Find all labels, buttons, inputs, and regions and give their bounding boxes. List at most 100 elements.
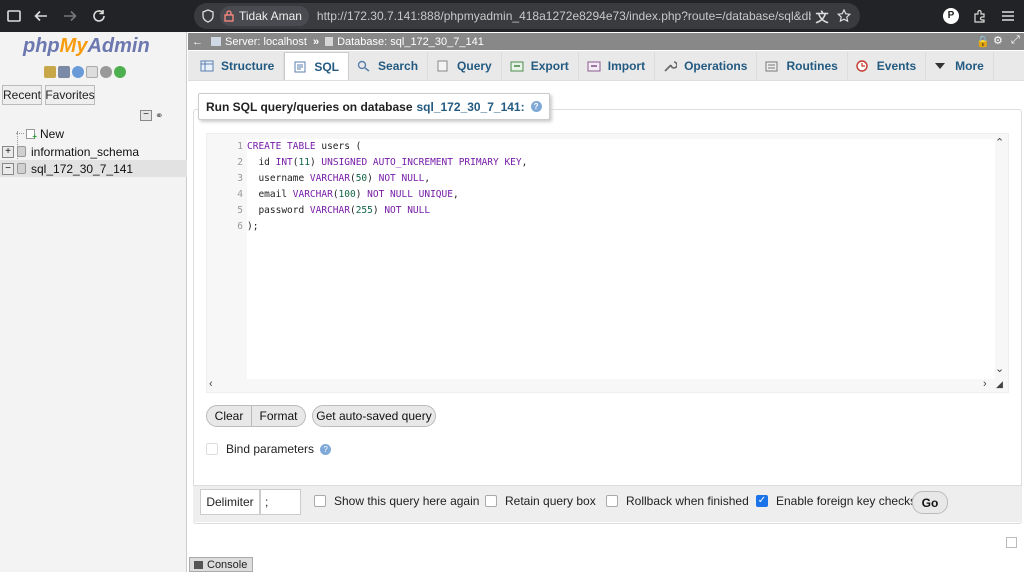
tab-sql[interactable]: SQL: [284, 52, 350, 80]
phpmyadmin-logo[interactable]: phpMyAdmin: [23, 35, 150, 58]
sql-docs-icon[interactable]: [86, 66, 98, 78]
url-text: http://172.30.7.141:888/phpmyadmin_418a1…: [316, 9, 811, 23]
reload-nav-icon[interactable]: [114, 66, 126, 78]
notes-icon[interactable]: [1006, 537, 1017, 548]
collapse-all-icon[interactable]: −: [140, 110, 152, 121]
search-icon: [357, 60, 371, 72]
code-line[interactable]: password VARCHAR(255) NOT NULL: [247, 203, 995, 219]
resize-handle-icon[interactable]: ◢: [996, 379, 1003, 390]
get-autosaved-query-button[interactable]: Get auto-saved query: [312, 405, 436, 427]
scroll-down-icon[interactable]: ⌄: [995, 362, 1004, 375]
security-indicator[interactable]: Tidak Aman: [220, 6, 309, 26]
browser-toolbar: Tidak Aman http://172.30.7.141:888/phpmy…: [0, 0, 1024, 32]
forward-icon[interactable]: [59, 5, 81, 27]
scroll-right-icon[interactable]: ›: [983, 378, 987, 390]
code-line[interactable]: email VARCHAR(100) NOT NULL UNIQUE,: [247, 187, 995, 203]
tree-item-label: information_schema: [31, 144, 140, 159]
format-button[interactable]: Format: [252, 405, 306, 427]
breadcrumb: ← Server: localhost » Database: sql_172_…: [188, 33, 1024, 50]
retain-query-box-option[interactable]: Retain query box: [485, 494, 596, 508]
clear-button[interactable]: Clear: [206, 405, 252, 427]
translate-icon[interactable]: 文: [811, 5, 833, 27]
menu-icon[interactable]: [997, 5, 1019, 27]
tree-item-information-schema[interactable]: + information_schema: [2, 143, 139, 160]
bind-parameters-label: Bind parameters: [226, 442, 315, 456]
caret-down-icon: [934, 60, 948, 72]
sql-code-area[interactable]: CREATE TABLE users ( id INT(11) UNSIGNED…: [247, 139, 995, 379]
home-icon[interactable]: [44, 66, 56, 78]
retain-query-box-checkbox[interactable]: [485, 495, 497, 507]
sql-editor[interactable]: 1 2 3 4 5 6 CREATE TABLE users ( id INT(…: [206, 133, 1009, 393]
help-icon[interactable]: ?: [320, 443, 332, 455]
legend-database-link[interactable]: sql_172_30_7_141:: [417, 100, 525, 114]
lock-warning-icon: [224, 10, 234, 22]
sql-icon: [293, 61, 307, 73]
show-query-again-checkbox[interactable]: [314, 495, 326, 507]
tree-item-sql-db[interactable]: − sql_172_30_7_141: [0, 160, 187, 177]
breadcrumb-database[interactable]: Database: sql_172_30_7_141: [337, 36, 484, 48]
back-icon[interactable]: [30, 5, 52, 27]
server-icon: [211, 37, 221, 46]
bind-parameters-checkbox[interactable]: [206, 443, 218, 455]
show-query-again-option[interactable]: Show this query here again: [314, 494, 479, 508]
reload-icon[interactable]: [88, 5, 110, 27]
code-line[interactable]: CREATE TABLE users (: [247, 139, 995, 155]
tab-import[interactable]: Import: [579, 52, 656, 80]
docs-icon[interactable]: [72, 66, 84, 78]
profile-avatar[interactable]: P: [943, 8, 959, 24]
extensions-icon[interactable]: [969, 5, 991, 27]
collapse-sidebar-arrow-icon[interactable]: ←: [192, 36, 203, 48]
delimiter-label: Delimiter: [200, 489, 260, 515]
shield-icon[interactable]: [202, 9, 214, 23]
go-button[interactable]: Go: [912, 491, 948, 514]
breadcrumb-server[interactable]: Server: localhost: [225, 36, 307, 48]
expand-icon[interactable]: +: [2, 145, 14, 158]
address-bar[interactable]: Tidak Aman http://172.30.7.141:888/phpmy…: [194, 3, 860, 29]
code-line[interactable]: username VARCHAR(50) NOT NULL,: [247, 171, 995, 187]
settings-gear-icon[interactable]: [100, 66, 112, 78]
bind-parameters-option[interactable]: Bind parameters ?: [206, 442, 332, 456]
scroll-left-icon[interactable]: ‹: [209, 378, 213, 390]
security-label: Tidak Aman: [239, 9, 302, 23]
scroll-up-icon[interactable]: ⌃: [995, 136, 1004, 149]
tree-item-label: New: [40, 126, 65, 141]
tab-export[interactable]: Export: [502, 52, 579, 80]
tab-search[interactable]: Search: [349, 52, 429, 80]
breadcrumb-separator: »: [312, 35, 320, 48]
tab-more[interactable]: More: [926, 52, 994, 80]
tab-routines[interactable]: Routines: [757, 52, 848, 80]
tab-structure[interactable]: Structure: [192, 52, 285, 80]
code-line[interactable]: id INT(11) UNSIGNED AUTO_INCREMENT PRIMA…: [247, 155, 995, 171]
maximize-icon[interactable]: ⤢: [1011, 34, 1020, 47]
rollback-option[interactable]: Rollback when finished: [606, 494, 749, 508]
collapse-icon[interactable]: −: [2, 162, 14, 175]
tab-overview-icon[interactable]: [3, 5, 25, 27]
line-number: 5: [237, 205, 243, 216]
help-icon[interactable]: ?: [530, 101, 542, 112]
structure-icon: [200, 60, 214, 72]
delimiter-input[interactable]: ;: [260, 489, 301, 515]
lock-icon[interactable]: 🔒: [976, 35, 990, 48]
tree-item-new[interactable]: + New: [16, 125, 64, 142]
link-with-main-icon[interactable]: ⚭: [155, 111, 163, 122]
database-icon: [325, 37, 334, 46]
settings-gear-icon[interactable]: ⚙: [993, 34, 1003, 47]
recent-tab[interactable]: Recent: [2, 85, 42, 105]
tab-operations[interactable]: Operations: [655, 52, 758, 80]
tab-query[interactable]: Query: [428, 52, 502, 80]
favorites-tab[interactable]: Favorites: [45, 85, 95, 105]
console-icon: [194, 560, 203, 569]
foreign-key-checks-option[interactable]: ✓ Enable foreign key checks: [756, 494, 916, 508]
tab-events[interactable]: Events: [848, 52, 927, 80]
wrench-icon: [663, 60, 678, 72]
line-number: 6: [237, 221, 243, 232]
bookmark-star-icon[interactable]: [833, 5, 855, 27]
rollback-checkbox[interactable]: [606, 495, 618, 507]
foreign-key-checks-checkbox[interactable]: ✓: [756, 495, 768, 507]
navigation-sidebar: phpMyAdmin Recent Favorites − ⚭ + New + …: [0, 32, 187, 572]
main-tabs: Structure SQL Search Query Export Import…: [188, 51, 1024, 81]
line-number: 1: [237, 141, 243, 152]
code-line[interactable]: );: [247, 219, 995, 235]
console-toggle[interactable]: Console: [189, 557, 253, 572]
logout-icon[interactable]: [58, 66, 70, 78]
